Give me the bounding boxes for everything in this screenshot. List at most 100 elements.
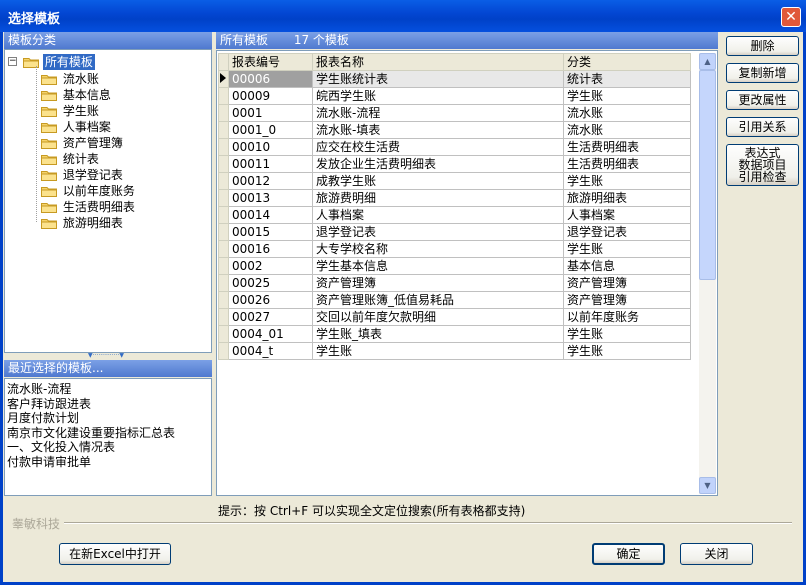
row-indicator[interactable] — [218, 121, 229, 139]
cell-category[interactable]: 学生账 — [563, 325, 691, 343]
scroll-up-icon[interactable]: ▲ — [699, 53, 716, 70]
panel-splitter[interactable]: ▼··············▼ — [66, 353, 146, 359]
cell-category[interactable]: 旅游明细表 — [563, 189, 691, 207]
tree-node[interactable]: 生活费明细表 — [41, 198, 137, 214]
row-indicator[interactable] — [218, 138, 229, 156]
cell-name[interactable]: 交回以前年度欠款明细 — [312, 308, 564, 326]
cell-category[interactable]: 统计表 — [563, 70, 691, 88]
close-window-button[interactable]: ✕ — [781, 7, 801, 27]
cell-name[interactable]: 成教学生账 — [312, 172, 564, 190]
copy-new-button[interactable]: 复制新增 — [726, 63, 799, 83]
cell-name[interactable]: 学生基本信息 — [312, 257, 564, 275]
tree-node[interactable]: 学生账 — [41, 102, 101, 118]
row-indicator[interactable] — [218, 104, 229, 122]
template-grid[interactable]: 报表编号 报表名称 分类 00006 学生账统计表 统计表 00009 皖西学生账 学生账… — [218, 53, 691, 360]
cell-name[interactable]: 学生账统计表 — [312, 70, 564, 88]
row-indicator[interactable] — [218, 223, 229, 241]
ok-button[interactable]: 确定 — [592, 543, 665, 565]
cell-name[interactable]: 旅游费明细 — [312, 189, 564, 207]
cell-category[interactable]: 生活费明细表 — [563, 138, 691, 156]
cell-code[interactable]: 00006 — [228, 70, 313, 88]
row-indicator[interactable] — [218, 257, 229, 275]
expression-reference-check-button[interactable]: 表达式 数据项目 引用检查 — [726, 144, 799, 186]
cell-name[interactable]: 退学登记表 — [312, 223, 564, 241]
change-properties-button[interactable]: 更改属性 — [726, 90, 799, 110]
table-row[interactable]: 00010 应交在校生活费 生活费明细表 — [218, 138, 691, 156]
cell-category[interactable]: 学生账 — [563, 172, 691, 190]
scroll-thumb[interactable] — [699, 70, 716, 280]
cell-category[interactable]: 学生账 — [563, 342, 691, 360]
cell-name[interactable]: 资产管理簿 — [312, 274, 564, 292]
tree-node[interactable]: 统计表 — [41, 150, 101, 166]
row-indicator[interactable] — [218, 189, 229, 207]
row-indicator[interactable] — [218, 308, 229, 326]
cell-name[interactable]: 流水账-流程 — [312, 104, 564, 122]
table-row[interactable]: 0004_t 学生账 学生账 — [218, 342, 691, 360]
tree-node[interactable]: 资产管理簿 — [41, 134, 125, 150]
recent-template-item[interactable]: 付款申请审批单 — [7, 455, 91, 469]
cell-category[interactable]: 生活费明细表 — [563, 155, 691, 173]
table-row[interactable]: 00014 人事档案 人事档案 — [218, 206, 691, 224]
row-indicator[interactable] — [218, 70, 229, 88]
cell-category[interactable]: 学生账 — [563, 240, 691, 258]
cell-name[interactable]: 发放企业生活费明细表 — [312, 155, 564, 173]
row-indicator[interactable] — [218, 325, 229, 343]
tree-node[interactable]: 退学登记表 — [41, 166, 125, 182]
table-row[interactable]: 00006 学生账统计表 统计表 — [218, 70, 691, 88]
cell-code[interactable]: 0001_0 — [228, 121, 313, 139]
recent-template-item[interactable]: 南京市文化建设重要指标汇总表 — [7, 426, 175, 440]
table-row[interactable]: 0004_01 学生账_填表 学生账 — [218, 325, 691, 343]
cell-name[interactable]: 皖西学生账 — [312, 87, 564, 105]
cell-category[interactable]: 流水账 — [563, 121, 691, 139]
cell-name[interactable]: 资产管理账簿_低值易耗品 — [312, 291, 564, 309]
tree-node[interactable]: 流水账 — [41, 70, 101, 86]
cell-name[interactable]: 大专学校名称 — [312, 240, 564, 258]
table-row[interactable]: 0002 学生基本信息 基本信息 — [218, 257, 691, 275]
table-row[interactable]: 0001 流水账-流程 流水账 — [218, 104, 691, 122]
delete-button[interactable]: 删除 — [726, 36, 799, 56]
cell-category[interactable]: 学生账 — [563, 87, 691, 105]
cell-category[interactable]: 退学登记表 — [563, 223, 691, 241]
table-row[interactable]: 00009 皖西学生账 学生账 — [218, 87, 691, 105]
row-indicator[interactable] — [218, 206, 229, 224]
recent-list[interactable]: 流水账-流程 客户拜访跟进表 月度付款计划 南京市文化建设重要指标汇总表 一、文化投入情… — [4, 378, 212, 496]
cell-code[interactable]: 00027 — [228, 308, 313, 326]
scroll-down-icon[interactable]: ▼ — [699, 477, 716, 494]
tree-node[interactable]: 基本信息 — [41, 86, 113, 102]
recent-template-item[interactable]: 月度付款计划 — [7, 411, 79, 425]
cell-name[interactable]: 学生账 — [312, 342, 564, 360]
row-indicator[interactable] — [218, 172, 229, 190]
cell-code[interactable]: 00016 — [228, 240, 313, 258]
cell-code[interactable]: 00013 — [228, 189, 313, 207]
cell-code[interactable]: 00009 — [228, 87, 313, 105]
table-row[interactable]: 00012 成教学生账 学生账 — [218, 172, 691, 190]
cell-code[interactable]: 0004_t — [228, 342, 313, 360]
grid-vertical-scrollbar[interactable]: ▲ ▼ — [699, 53, 716, 494]
cell-code[interactable]: 0001 — [228, 104, 313, 122]
cell-category[interactable]: 人事档案 — [563, 206, 691, 224]
cell-name[interactable]: 流水账-填表 — [312, 121, 564, 139]
table-row[interactable]: 00025 资产管理簿 资产管理簿 — [218, 274, 691, 292]
cell-code[interactable]: 00015 — [228, 223, 313, 241]
tree-node[interactable]: 以前年度账务 — [41, 182, 137, 198]
recent-template-item[interactable]: 客户拜访跟进表 — [7, 397, 91, 411]
tree-node-root[interactable]: 所有模板 — [23, 53, 95, 70]
references-button[interactable]: 引用关系 — [726, 117, 799, 137]
table-row[interactable]: 00015 退学登记表 退学登记表 — [218, 223, 691, 241]
cell-code[interactable]: 00010 — [228, 138, 313, 156]
category-tree[interactable]: − 所有模板 流水账 基本信息 学生账 人事档案 资产管理簿 统计表 退学登记表… — [4, 49, 212, 353]
column-header-category[interactable]: 分类 — [563, 53, 691, 71]
cell-code[interactable]: 0004_01 — [228, 325, 313, 343]
recent-template-item[interactable]: 流水账-流程 — [7, 382, 71, 396]
cell-code[interactable]: 00025 — [228, 274, 313, 292]
row-indicator[interactable] — [218, 342, 229, 360]
tree-node[interactable]: 人事档案 — [41, 118, 113, 134]
cell-category[interactable]: 资产管理簿 — [563, 291, 691, 309]
table-row[interactable]: 00013 旅游费明细 旅游明细表 — [218, 189, 691, 207]
recent-template-item[interactable]: 一、文化投入情况表 — [7, 440, 115, 454]
table-row[interactable]: 00026 资产管理账簿_低值易耗品 资产管理簿 — [218, 291, 691, 309]
table-row[interactable]: 00016 大专学校名称 学生账 — [218, 240, 691, 258]
table-row[interactable]: 00027 交回以前年度欠款明细 以前年度账务 — [218, 308, 691, 326]
cell-name[interactable]: 学生账_填表 — [312, 325, 564, 343]
cell-code[interactable]: 00012 — [228, 172, 313, 190]
